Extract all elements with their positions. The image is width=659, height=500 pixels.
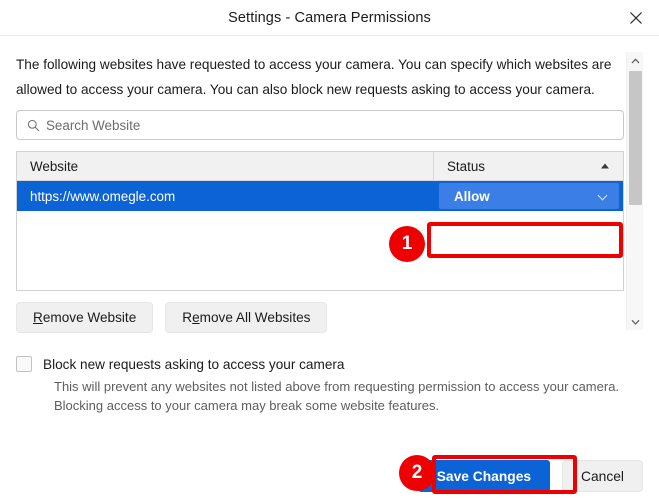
block-requests-description: This will prevent any websites not liste…	[54, 378, 638, 415]
table-row[interactable]: https://www.omegle.com Allow	[17, 181, 623, 211]
remove-all-prefix: R	[182, 310, 192, 325]
search-icon	[22, 119, 44, 132]
save-changes-accel: S	[437, 469, 446, 484]
annotation-badge-1: 1	[389, 226, 425, 262]
remove-website-accel: R	[33, 310, 43, 325]
chevron-up-icon	[631, 56, 640, 66]
search-field[interactable]	[16, 110, 624, 140]
block-requests-label: Block new requests asking to access your…	[43, 357, 344, 372]
scroll-up-button[interactable]	[627, 52, 644, 69]
search-input[interactable]	[44, 111, 623, 139]
status-dropdown[interactable]: Allow	[439, 183, 619, 209]
save-changes-button[interactable]: Save Changes	[418, 460, 550, 492]
block-requests-checkbox[interactable]	[16, 356, 32, 372]
panel-description: The following websites have requested to…	[16, 52, 620, 102]
cancel-button[interactable]: Cancel	[562, 460, 643, 492]
save-changes-label: ave Changes	[446, 469, 531, 484]
chevron-down-icon	[598, 191, 608, 201]
block-requests-option[interactable]: Block new requests asking to access your…	[16, 356, 643, 372]
title-bar: Settings - Camera Permissions	[0, 0, 659, 36]
close-icon	[629, 11, 643, 25]
annotation-badge-2: 2	[399, 455, 435, 491]
scrollbar-track[interactable]	[627, 69, 643, 313]
table-body: https://www.omegle.com Allow	[17, 181, 623, 211]
sort-ascending-icon	[601, 164, 609, 169]
remove-website-button[interactable]: Remove Website	[16, 302, 153, 333]
remove-all-accel: e	[192, 310, 200, 325]
table-header-row: Website Status	[17, 152, 623, 181]
column-header-website[interactable]: Website	[17, 152, 433, 180]
scroll-down-button[interactable]	[627, 313, 644, 330]
remove-all-websites-button[interactable]: Remove All Websites	[165, 302, 327, 333]
settings-panel: The following websites have requested to…	[0, 36, 659, 415]
window-title: Settings - Camera Permissions	[228, 10, 431, 26]
status-dropdown-value: Allow	[454, 189, 490, 204]
dialog-footer: Save Changes Cancel	[418, 460, 643, 492]
chevron-down-icon	[631, 317, 640, 327]
close-button[interactable]	[613, 0, 659, 36]
remove-all-label: move All Websites	[200, 310, 311, 325]
column-header-status-label: Status	[447, 159, 485, 174]
permissions-table: Website Status https://www.omegle.com Al…	[16, 151, 624, 291]
scrollbar-thumb[interactable]	[629, 71, 642, 205]
column-header-website-label: Website	[30, 159, 78, 174]
column-header-status[interactable]: Status	[433, 152, 623, 180]
remove-website-label: emove Website	[43, 310, 136, 325]
vertical-scrollbar[interactable]	[626, 52, 643, 330]
cell-status: Allow	[433, 181, 623, 211]
cell-website: https://www.omegle.com	[17, 189, 433, 204]
remove-button-row: Remove Website Remove All Websites	[16, 302, 643, 333]
